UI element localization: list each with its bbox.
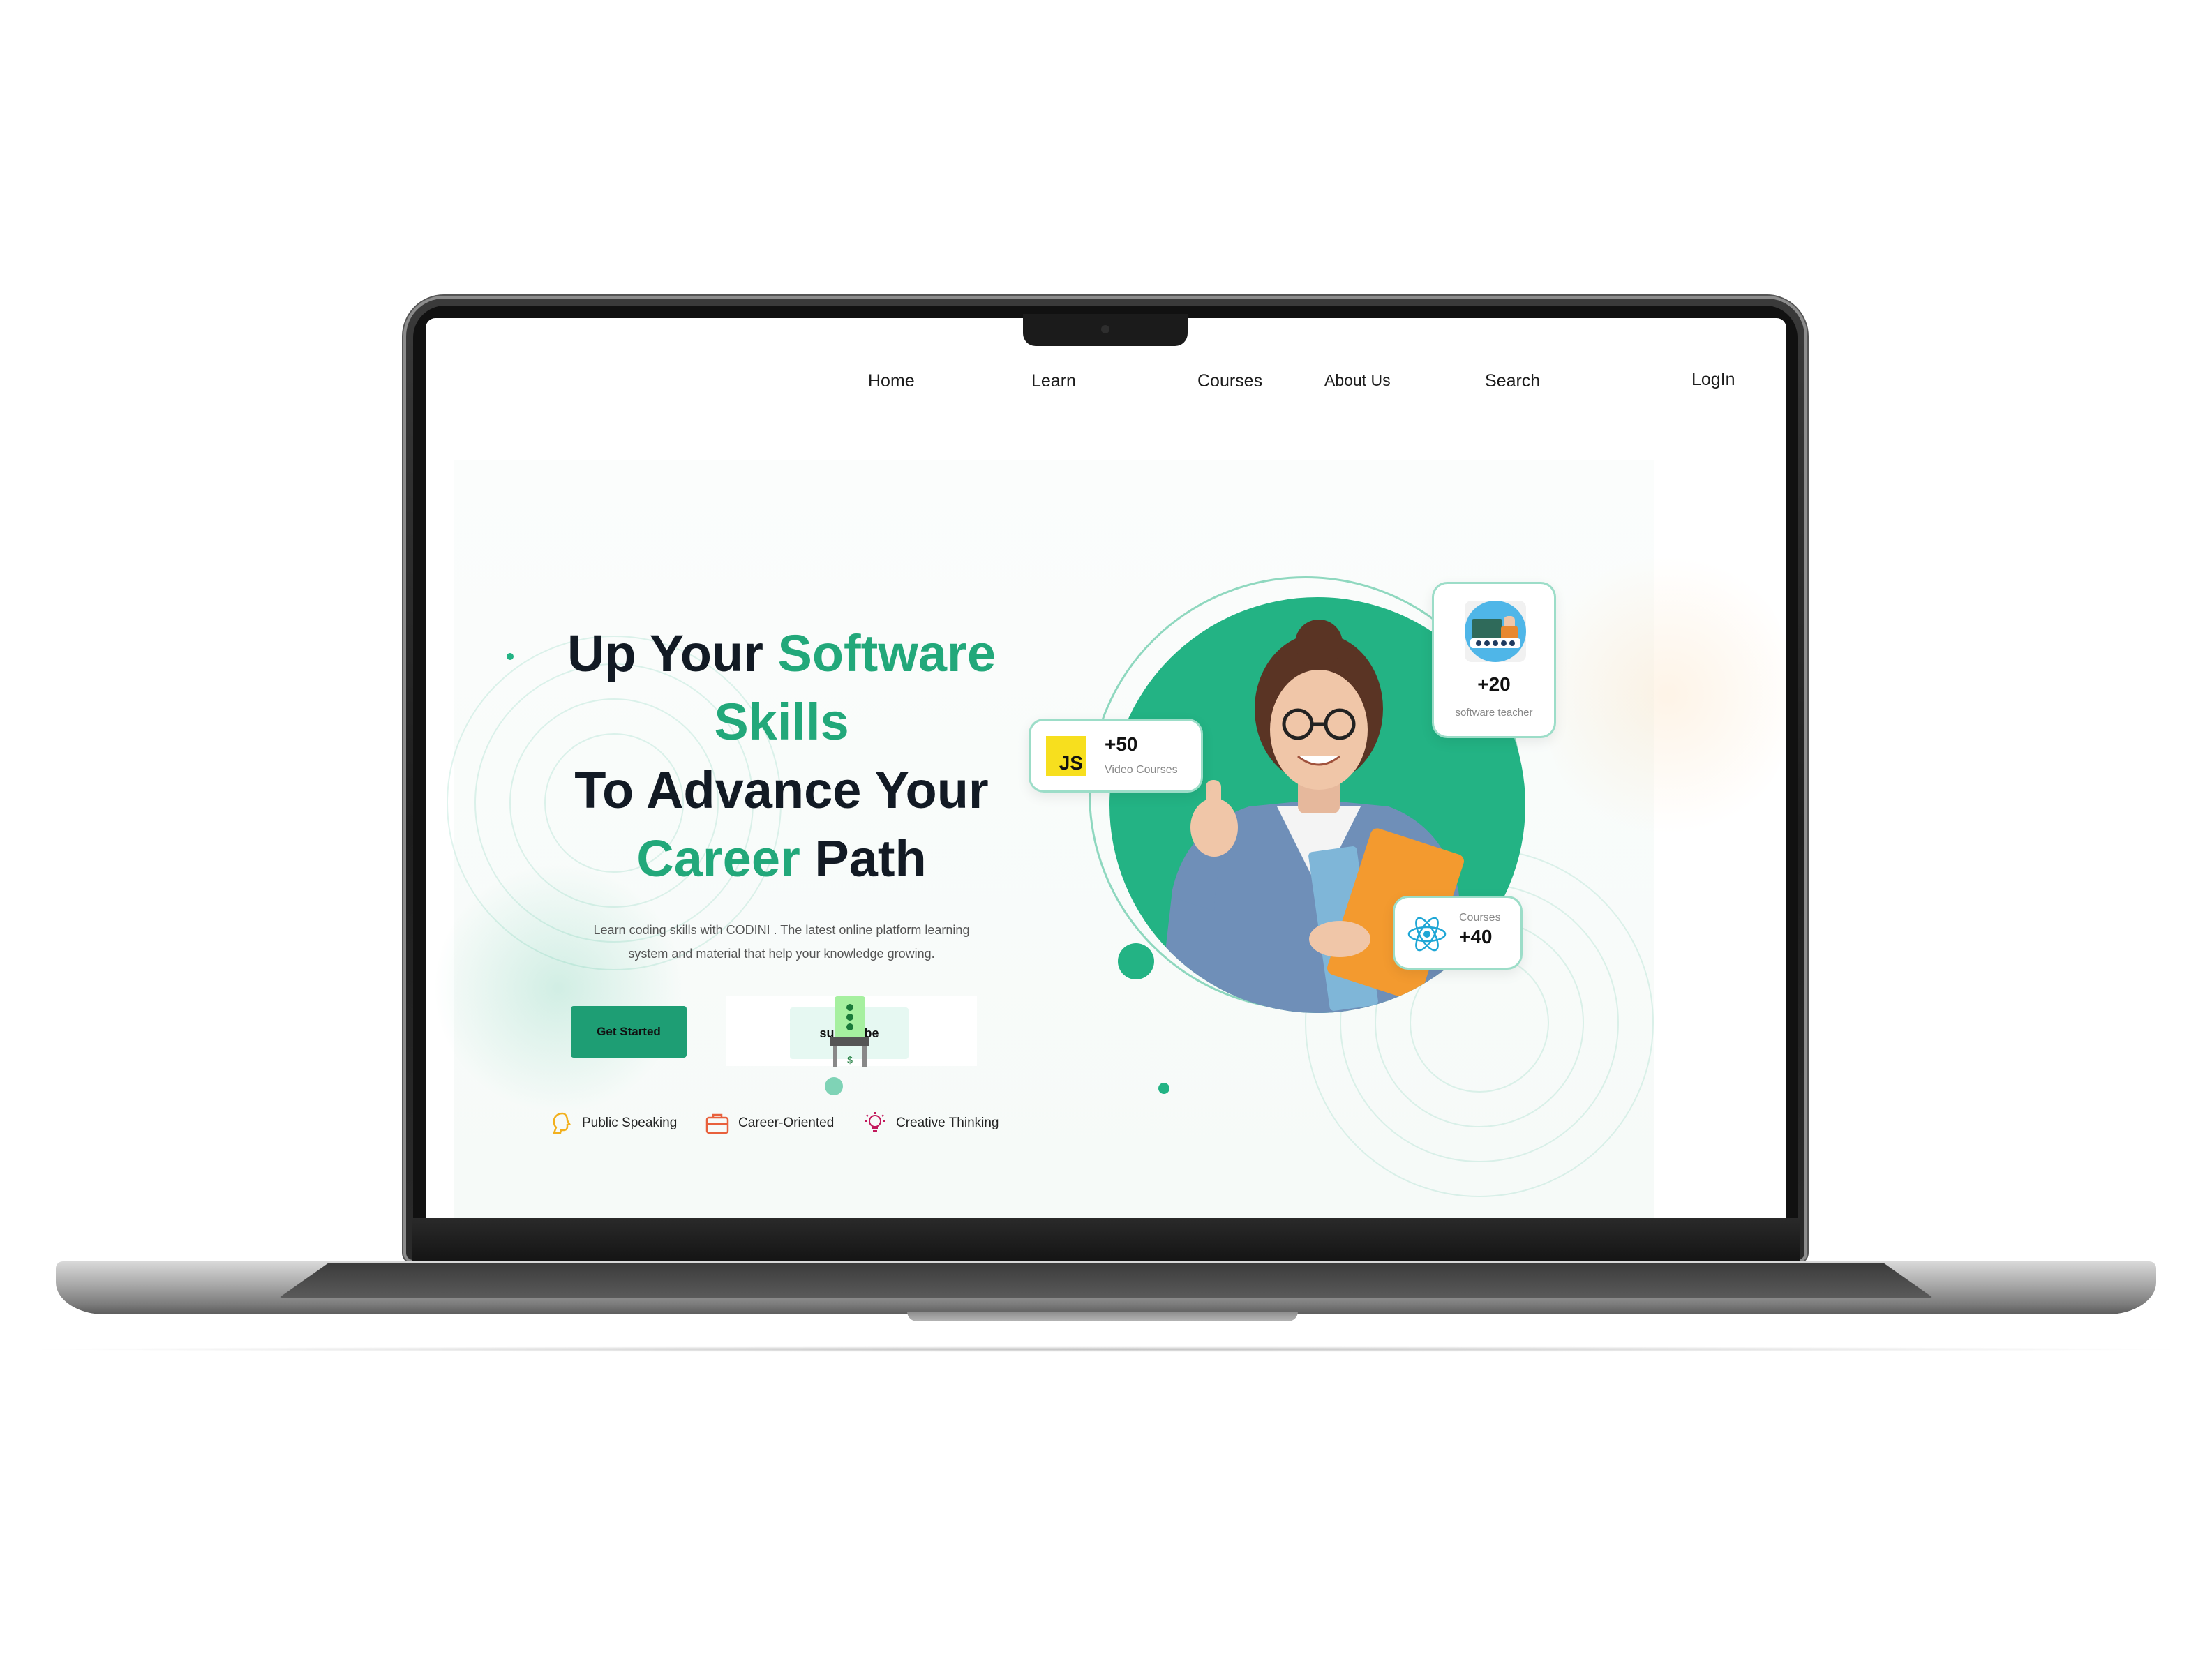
laptop-screen: Home Learn Courses About Us Search LogIn… (426, 318, 1786, 1218)
hero-title-line-1: Up Your Software (567, 624, 996, 682)
teacher-count: +20 (1477, 673, 1511, 695)
laptop-base-notch (907, 1312, 1298, 1321)
nav-search[interactable]: Search (1485, 371, 1540, 391)
teacher-illustration-icon (1465, 601, 1526, 662)
lightbulb-icon (865, 1112, 885, 1132)
video-courses-label: Video Courses (1105, 764, 1178, 776)
decor-dot (1158, 1083, 1169, 1094)
js-icon: JS (1046, 736, 1086, 776)
laptop-shadow (14, 1346, 2198, 1352)
hero-title-line-3: To Advance Your (574, 761, 989, 819)
video-courses-card: JS +50 Video Courses (1029, 719, 1203, 793)
courses-card: Courses +40 (1393, 896, 1523, 970)
courses-label: Courses (1459, 912, 1501, 924)
nav-about[interactable]: About Us (1324, 371, 1391, 390)
decor-dot (825, 1077, 843, 1095)
react-icon (1407, 917, 1447, 952)
hero-title-line-4: Career Path (636, 830, 927, 887)
teacher-label: software teacher (1455, 707, 1533, 719)
decor-dot (507, 653, 514, 660)
software-teacher-card: +20 software teacher (1432, 582, 1556, 738)
decor-dot (1118, 943, 1154, 979)
camera-notch (1023, 314, 1188, 346)
nav-courses[interactable]: Courses (1197, 371, 1262, 391)
skill-creative-thinking: Creative Thinking (861, 1109, 999, 1137)
hero-title-line-2: Skills (714, 693, 849, 751)
decor-blur-orange (1542, 541, 1786, 848)
skill-career-oriented: Career-Oriented (703, 1109, 834, 1137)
subscribe-area: subscribe $ (726, 996, 977, 1067)
ticket-symbol: $ (847, 1054, 853, 1065)
camera-icon (1101, 325, 1109, 333)
nav-learn[interactable]: Learn (1031, 371, 1076, 391)
keyboard-area (279, 1263, 1933, 1298)
screen-bottom-bezel (412, 1218, 1800, 1261)
stage: Home Learn Courses About Us Search LogIn… (0, 0, 2212, 1659)
skill-public-speaking: Public Speaking (547, 1109, 677, 1137)
hero-subtitle: Learn coding skills with CODINI . The la… (593, 923, 970, 961)
head-speaking-icon (553, 1112, 571, 1134)
courses-count: +40 (1459, 926, 1493, 947)
nav-login[interactable]: LogIn (1691, 370, 1735, 390)
hero-title: Up Your Software Skills To Advance Your … (530, 620, 1033, 893)
video-courses-count: +50 (1105, 733, 1138, 755)
ticket-machine-icon: $ (830, 996, 869, 1067)
briefcase-icon (705, 1113, 729, 1134)
get-started-button[interactable]: Get Started (571, 1006, 687, 1058)
nav-home[interactable]: Home (868, 371, 915, 391)
